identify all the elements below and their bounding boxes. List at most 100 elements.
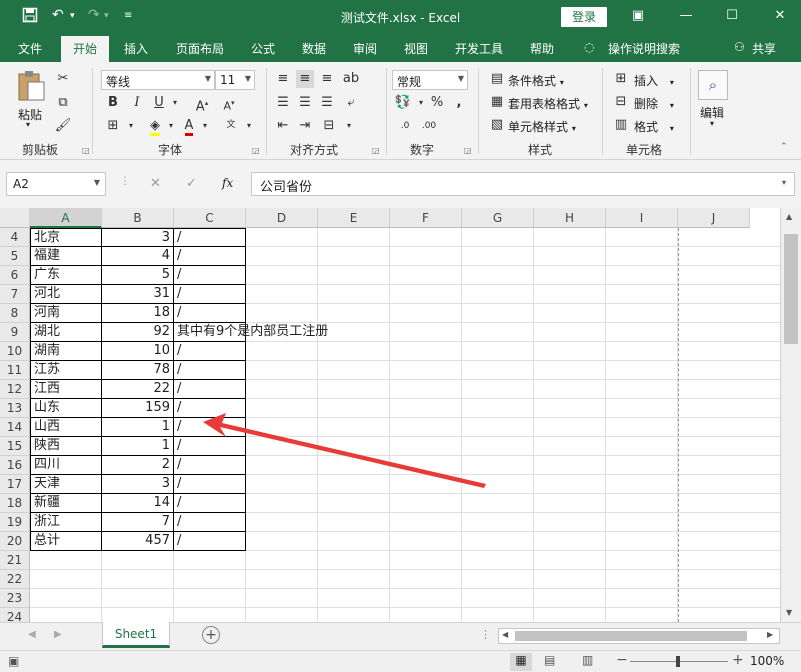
number-format-select[interactable]: 常规 ▼ xyxy=(392,70,468,90)
borders-dropdown-icon[interactable]: ▾ xyxy=(122,117,140,135)
scroll-up-icon[interactable]: ▲ xyxy=(786,212,792,221)
tab-page-layout[interactable]: 页面布局 xyxy=(176,40,224,60)
add-sheet-icon[interactable]: + xyxy=(202,626,220,644)
scroll-right-icon[interactable]: ▶ xyxy=(767,630,773,639)
horizontal-scrollbar[interactable]: ◀ ▶ xyxy=(498,628,780,644)
phonetic-dropdown-icon[interactable]: ▾ xyxy=(240,117,258,135)
insert-function-icon[interactable]: fx xyxy=(222,176,233,190)
tell-me-search[interactable]: 操作说明搜索 xyxy=(608,40,680,60)
login-button[interactable]: 登录 xyxy=(561,7,607,27)
tab-file[interactable]: 文件 xyxy=(18,40,42,60)
increase-font-icon[interactable]: A▴ xyxy=(193,94,211,114)
wrap-text-icon[interactable]: ⤶ xyxy=(342,94,360,112)
number-launcher-icon[interactable]: ◲ xyxy=(464,146,472,155)
conditional-format-button[interactable]: 条件格式 ▾ xyxy=(508,72,564,89)
vertical-scroll-thumb[interactable] xyxy=(784,234,798,344)
tab-help[interactable]: 帮助 xyxy=(530,40,554,60)
expand-formula-icon[interactable]: ▾ xyxy=(782,178,786,187)
align-right-icon[interactable]: ☰ xyxy=(318,94,336,112)
format-cells-button[interactable]: 格式 ▾ xyxy=(634,118,674,135)
horizontal-scroll-thumb[interactable] xyxy=(515,631,747,641)
cell-styles-button[interactable]: 单元格样式 ▾ xyxy=(508,118,576,135)
align-center-icon[interactable]: ☰ xyxy=(296,94,314,112)
zoom-slider-thumb[interactable] xyxy=(676,656,680,667)
decrease-decimal-icon[interactable]: .00 xyxy=(420,117,438,135)
scroll-down-icon[interactable]: ▼ xyxy=(786,608,792,617)
tab-formulas[interactable]: 公式 xyxy=(251,40,275,60)
align-left-icon[interactable]: ☰ xyxy=(274,94,292,112)
paste-dropdown-icon[interactable]: ▾ xyxy=(26,120,30,129)
percent-button[interactable]: % xyxy=(428,94,446,112)
top-align-icon[interactable]: ≡ xyxy=(274,70,292,88)
font-color-dropdown-icon[interactable]: ▾ xyxy=(196,117,214,135)
phonetic-icon[interactable]: 文 xyxy=(222,116,240,134)
zoom-in-icon[interactable]: + xyxy=(732,652,744,668)
cut-icon[interactable]: ✂ xyxy=(54,70,72,88)
currency-icon[interactable]: 💱 xyxy=(394,94,412,112)
format-table-icon[interactable]: ▦ xyxy=(488,93,506,111)
clipboard-launcher-icon[interactable]: ◲ xyxy=(82,146,90,155)
page-break-view-icon[interactable]: ▥ xyxy=(582,653,593,667)
vertical-scrollbar[interactable]: ▲ ▼ xyxy=(780,208,801,622)
cancel-icon[interactable]: ✕ xyxy=(150,176,161,191)
italic-button[interactable]: I xyxy=(128,94,146,112)
editing-dropdown-icon[interactable]: ▾ xyxy=(710,119,714,128)
borders-icon[interactable]: ⊞ xyxy=(104,117,122,135)
font-launcher-icon[interactable]: ◲ xyxy=(252,146,260,155)
merge-dropdown-icon[interactable]: ▾ xyxy=(340,117,358,135)
font-name-select[interactable]: 等线 ▼ xyxy=(101,70,215,90)
minimize-icon[interactable]: — xyxy=(676,6,696,26)
comma-button[interactable]: , xyxy=(450,94,468,112)
alignment-launcher-icon[interactable]: ◲ xyxy=(372,146,380,155)
middle-align-icon[interactable]: ≡ xyxy=(296,70,314,88)
format-as-table-button[interactable]: 套用表格格式 ▾ xyxy=(508,95,588,112)
increase-indent-icon[interactable]: ⇥ xyxy=(296,117,314,135)
tab-developer[interactable]: 开发工具 xyxy=(455,40,503,60)
tab-view[interactable]: 视图 xyxy=(404,40,428,60)
search-icon[interactable]: ⌕ xyxy=(698,70,728,100)
scroll-left-icon[interactable]: ◀ xyxy=(502,630,508,639)
insert-cells-button[interactable]: 插入 ▾ xyxy=(634,72,674,89)
tab-review[interactable]: 审阅 xyxy=(353,40,377,60)
bold-button[interactable]: B xyxy=(104,94,122,112)
name-box[interactable]: A2 ▼ xyxy=(6,172,106,196)
page-layout-view-icon[interactable]: ▤ xyxy=(544,653,555,667)
format-painter-icon[interactable]: 🖌 xyxy=(54,117,72,135)
tab-insert[interactable]: 插入 xyxy=(124,40,148,60)
tab-split-grip-icon[interactable]: ⋮ xyxy=(480,628,491,641)
delete-cells-icon[interactable]: ⊟ xyxy=(612,93,630,111)
normal-view-icon[interactable]: ▦ xyxy=(510,653,532,671)
macro-record-icon[interactable]: ▣ xyxy=(8,654,19,668)
next-sheet-icon[interactable]: ▶ xyxy=(54,629,62,640)
worksheet-grid[interactable]: ABCDEFGHIJ 4 北京 3/5 福建 4/6 广东 5/7 河北 31/8 河南 18/9 湖… xyxy=(0,208,801,622)
bottom-align-icon[interactable]: ≡ xyxy=(318,70,336,88)
fill-dropdown-icon[interactable]: ▾ xyxy=(162,117,180,135)
clipboard-icon[interactable] xyxy=(16,70,46,102)
font-size-select[interactable]: 11 ▼ xyxy=(215,70,255,90)
collapse-ribbon-icon[interactable]: ⌃ xyxy=(780,142,788,152)
merge-center-icon[interactable]: ⊟ xyxy=(320,117,338,135)
decrease-indent-icon[interactable]: ⇤ xyxy=(274,117,292,135)
orientation-icon[interactable]: ab xyxy=(342,70,360,88)
ribbon-display-icon[interactable]: ▣ xyxy=(628,6,648,26)
share-button[interactable]: 共享 xyxy=(752,40,776,60)
underline-dropdown-icon[interactable]: ▾ xyxy=(166,94,184,112)
copy-icon[interactable]: ⧉ xyxy=(54,94,72,112)
formula-input[interactable]: 公司省份 xyxy=(251,172,795,196)
decrease-font-icon[interactable]: A▾ xyxy=(220,94,238,113)
conditional-format-icon[interactable]: ▤ xyxy=(488,70,506,88)
insert-cells-icon[interactable]: ⊞ xyxy=(612,70,630,88)
tab-home[interactable]: 开始 xyxy=(61,36,110,62)
maximize-icon[interactable]: ☐ xyxy=(722,6,742,26)
zoom-level[interactable]: 100% xyxy=(750,654,784,668)
delete-cells-button[interactable]: 删除 ▾ xyxy=(634,95,674,112)
prev-sheet-icon[interactable]: ◀ xyxy=(28,629,36,640)
tab-data[interactable]: 数据 xyxy=(302,40,326,60)
enter-icon[interactable]: ✓ xyxy=(186,176,197,191)
close-icon[interactable]: ✕ xyxy=(770,6,790,26)
zoom-out-icon[interactable]: − xyxy=(616,652,628,668)
sheet-tab-sheet1[interactable]: Sheet1 xyxy=(102,622,170,648)
increase-decimal-icon[interactable]: .0 xyxy=(396,117,414,135)
format-cells-icon[interactable]: ▥ xyxy=(612,116,630,134)
cell-styles-icon[interactable]: ▧ xyxy=(488,116,506,134)
